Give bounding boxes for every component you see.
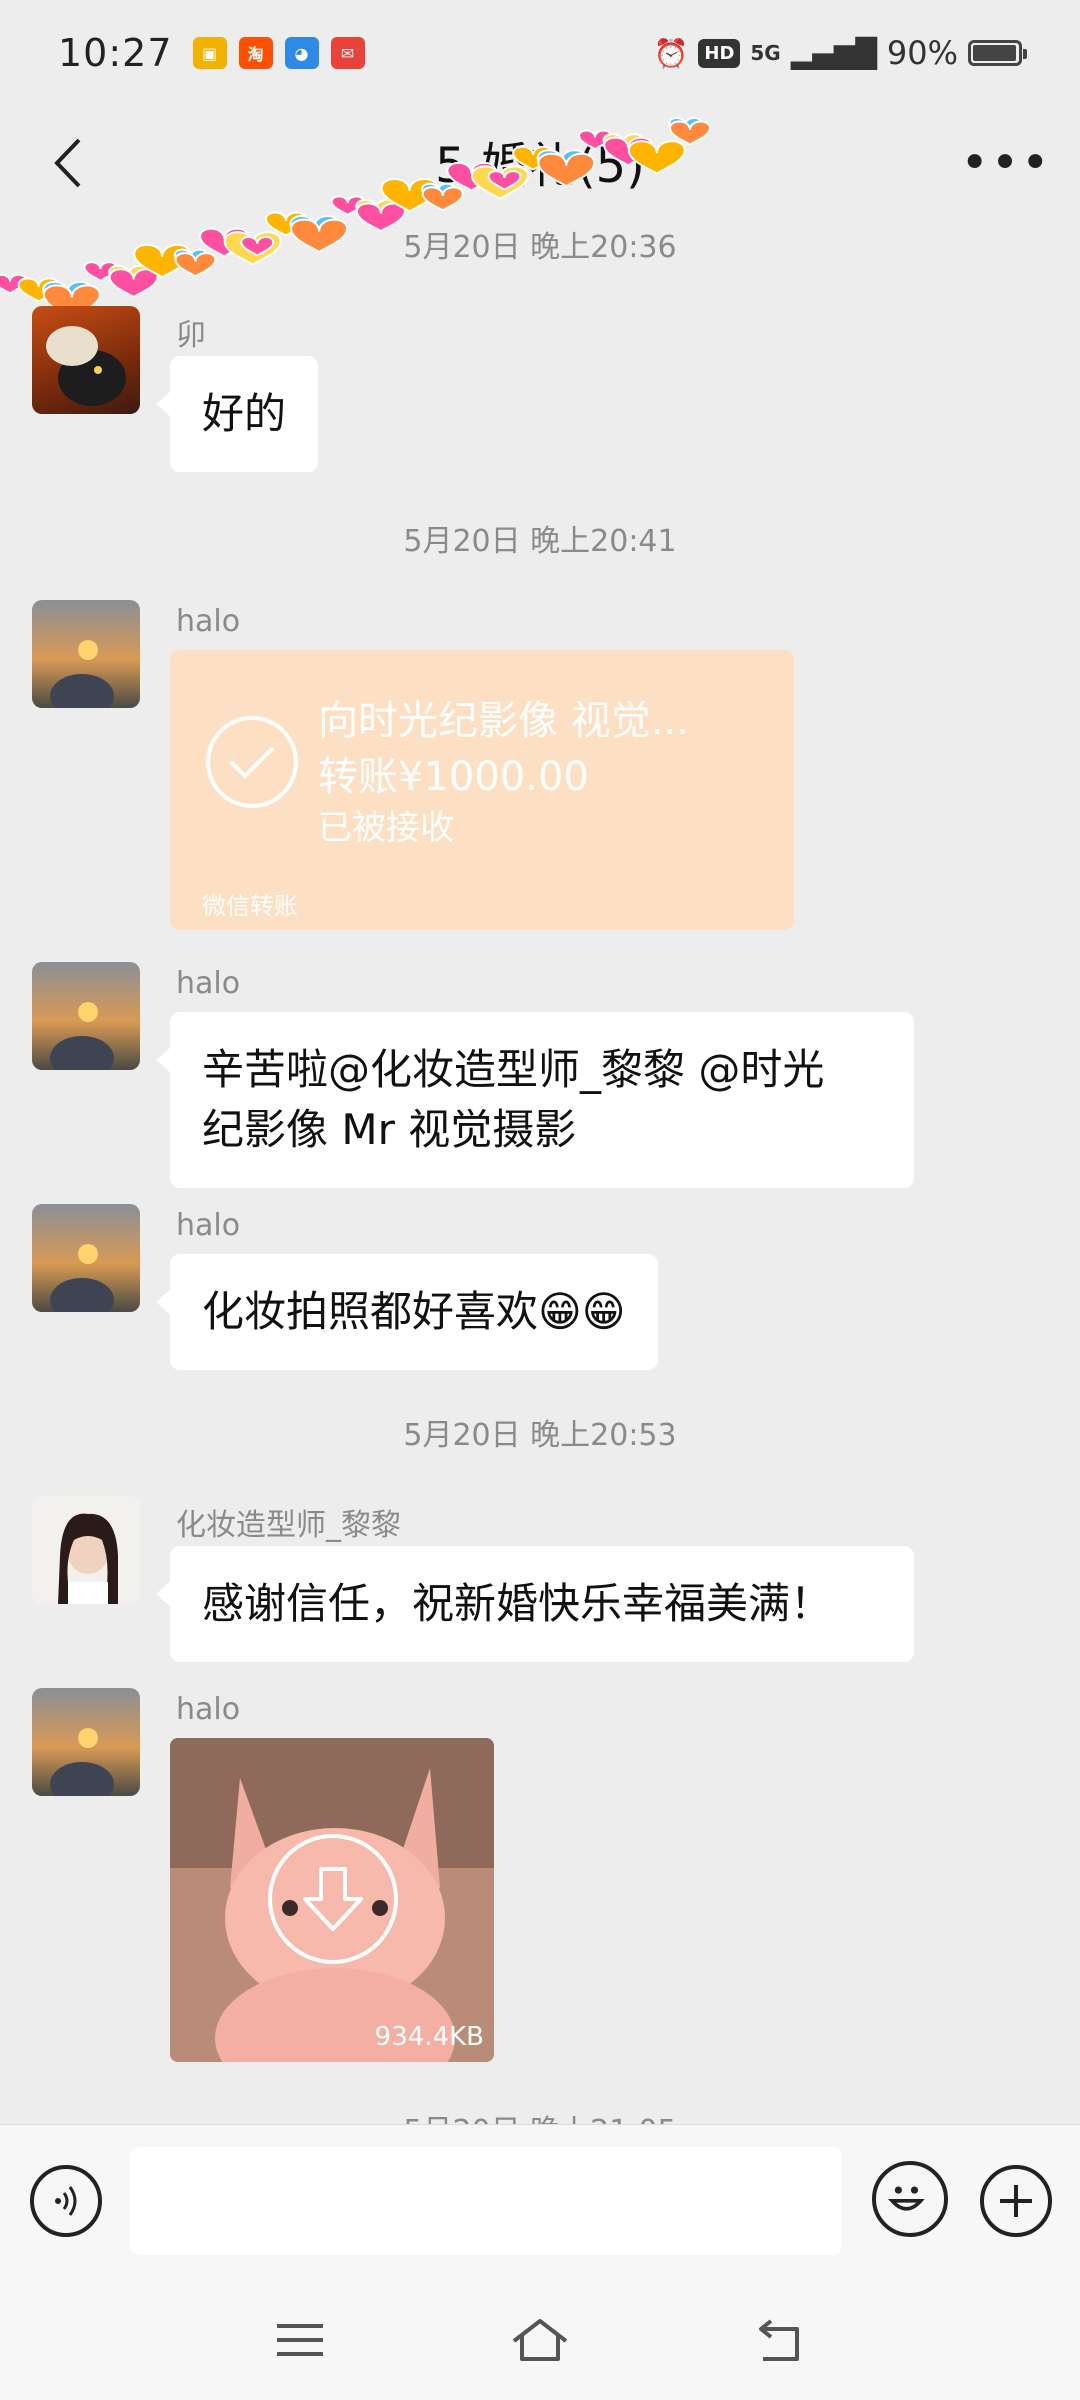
- smiley-icon: [888, 2186, 925, 2211]
- voice-input-button[interactable]: [30, 2165, 102, 2237]
- avatar-image: [46, 326, 126, 406]
- system-nav-bar: [0, 2280, 1080, 2400]
- more-options-button[interactable]: •••: [961, 128, 1050, 198]
- nav-menu-button[interactable]: [260, 2310, 340, 2370]
- image-message[interactable]: 934.4KB: [170, 1738, 494, 2062]
- camera-app-icon: ▣: [192, 37, 227, 69]
- avatar[interactable]: [32, 1204, 140, 1312]
- emoji-button[interactable]: [872, 2161, 948, 2237]
- message-item: 卯 好的: [32, 306, 1032, 496]
- message-item: halo 化妆拍照都好喜欢😁😁: [32, 1204, 1032, 1370]
- sender-name: 化妆造型师_黎黎: [176, 1508, 401, 1543]
- battery-icon: [968, 40, 1027, 66]
- nav-home-button[interactable]: [500, 2310, 580, 2370]
- home-icon: [512, 2319, 568, 2361]
- message-item: halo 向时光纪影像 视觉... 转账¥1000.00 已被接收 微信转账: [32, 600, 1032, 940]
- avatar[interactable]: [32, 1688, 140, 1796]
- nav-back-button[interactable]: [740, 2310, 820, 2370]
- menu-icon: [277, 2324, 323, 2356]
- sender-name: 卯: [176, 318, 206, 353]
- voice-icon: [55, 2186, 77, 2216]
- message-text-line: 辛苦啦@化妆造型师_黎黎 @时光: [202, 1045, 825, 1094]
- avatar-image: [32, 1204, 140, 1312]
- avatar-image: [32, 962, 140, 1070]
- message-bubble[interactable]: 感谢信任，祝新婚快乐幸福美满！: [156, 1546, 914, 1662]
- chat-area: 5月20日 晚上20:36 卯 好的 5月20日 晚上20:41 halo 向时…: [0, 216, 1080, 2124]
- alarm-icon: ⏰: [653, 36, 689, 70]
- message-text: 感谢信任，祝新婚快乐幸福美满！: [202, 1579, 833, 1628]
- battery-percent: 90%: [886, 34, 958, 72]
- timestamp: 5月20日 晚上21:05: [0, 2106, 1080, 2124]
- input-bar: [0, 2124, 1080, 2280]
- mail-app-icon: ✉: [330, 37, 365, 69]
- avatar[interactable]: [32, 962, 140, 1070]
- transfer-footer: 微信转账: [202, 892, 298, 920]
- avatar-image: [32, 1496, 140, 1604]
- message-bubble[interactable]: 好的: [155, 356, 319, 472]
- transfer-recipient: 向时光纪影像 视觉...: [318, 698, 689, 744]
- back-button[interactable]: [34, 128, 104, 198]
- more-features-button[interactable]: [980, 2165, 1052, 2237]
- signal-icon: ▂▄▆█: [790, 36, 877, 70]
- back-arrow-icon: [759, 2319, 799, 2361]
- taobao-app-icon: 淘: [238, 37, 273, 69]
- message-text-line: 纪影像 Mr 视觉摄影: [202, 1105, 577, 1154]
- transfer-status: 已被接收: [318, 808, 454, 848]
- network-label: 5G: [750, 41, 781, 65]
- bird-app-icon: ◕: [284, 37, 319, 69]
- hd-icon: HD: [698, 38, 741, 68]
- message-item: 化妆造型师_黎黎 感谢信任，祝新婚快乐幸福美满！: [32, 1496, 1032, 1662]
- avatar-image: [32, 600, 140, 708]
- timestamp: 5月20日 晚上20:53: [403, 1418, 677, 1453]
- more-dots-icon: •••: [960, 135, 1052, 191]
- message-bubble[interactable]: 化妆拍照都好喜欢😁😁: [156, 1254, 658, 1370]
- message-bubble[interactable]: 辛苦啦@化妆造型师_黎黎 @时光 纪影像 Mr 视觉摄影: [156, 1012, 914, 1188]
- avatar[interactable]: [32, 1496, 140, 1604]
- status-app-icons: ▣ 淘 ◕ ✉: [192, 37, 365, 69]
- download-icon[interactable]: [268, 1834, 398, 1964]
- timestamp: 5月20日 晚上20:41: [403, 524, 677, 559]
- sender-name: halo: [176, 966, 241, 1001]
- check-circle-icon: [206, 716, 298, 808]
- message-text: 化妆拍照都好喜欢😁😁: [202, 1287, 626, 1336]
- message-input[interactable]: [130, 2147, 842, 2255]
- transfer-card[interactable]: 向时光纪影像 视觉... 转账¥1000.00 已被接收 微信转账: [170, 650, 794, 930]
- title-bar: 5 婚礼(5) •••: [0, 106, 1080, 216]
- sender-name: halo: [176, 1208, 241, 1243]
- transfer-amount: 转账¥1000.00: [318, 754, 589, 800]
- sender-name: halo: [176, 604, 241, 639]
- status-bar: 10:27 ▣ 淘 ◕ ✉ ⏰ HD 5G ▂▄▆█ 90%: [0, 0, 1080, 106]
- file-size-label: 934.4KB: [374, 2022, 484, 2052]
- plus-icon: [1000, 2185, 1032, 2217]
- status-time: 10:27: [58, 31, 173, 75]
- timestamp: 5月20日 晚上20:36: [403, 230, 677, 265]
- message-text: 好的: [202, 389, 287, 438]
- message-item: halo 辛苦啦@化妆造型师_黎黎 @时光 纪影像 Mr 视觉摄影: [32, 962, 1032, 1188]
- sender-name: halo: [176, 1692, 241, 1727]
- message-item: halo 934.4KB: [32, 1688, 1032, 2078]
- chevron-left-icon: [54, 138, 81, 188]
- avatar[interactable]: [32, 306, 140, 414]
- chat-title: 5 婚礼(5): [435, 138, 645, 194]
- avatar[interactable]: [32, 600, 140, 708]
- avatar-image: [32, 1688, 140, 1796]
